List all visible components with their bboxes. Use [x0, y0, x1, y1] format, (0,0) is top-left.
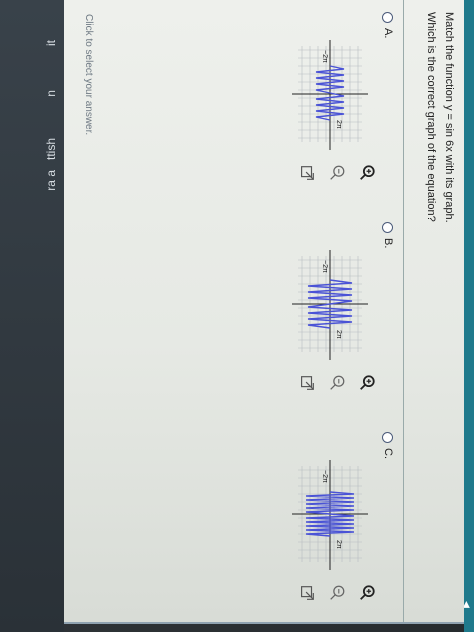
magnifier-minus-icon[interactable] [326, 372, 348, 394]
top-bar: ◀ [462, 0, 474, 632]
footer-hint: Click to select your answer. [83, 14, 94, 136]
radio-icon[interactable] [382, 432, 394, 443]
option-c-graph: 2π −2π [288, 456, 372, 574]
option-a-label[interactable]: A. [382, 12, 394, 38]
external-link-icon[interactable] [296, 372, 318, 394]
option-b-tools [258, 370, 378, 398]
option-c-text: C. [382, 448, 394, 459]
magnifier-minus-icon[interactable] [326, 162, 348, 184]
radio-icon[interactable] [382, 12, 394, 23]
option-a-graph: 2π −2π [288, 36, 372, 154]
question-prompt: Match the function y = sin 6x with its g… [443, 12, 455, 223]
question-subprompt: Which is the correct graph of the equati… [425, 12, 437, 222]
external-link-icon[interactable] [296, 162, 318, 184]
neg-tick-label: −2π [321, 50, 328, 63]
divider [403, 0, 404, 622]
x-tick-label: 2π [335, 540, 342, 549]
screen: ◀ Match the function y = sin 6x with its… [0, 0, 474, 632]
external-link-icon[interactable] [296, 582, 318, 604]
option-a-text: A. [382, 28, 394, 39]
sidebar-strip: ra a ttish n it [0, 0, 64, 632]
option-b[interactable]: B. 2π −2π [244, 222, 394, 402]
radio-icon[interactable] [382, 222, 394, 233]
magnifier-minus-icon[interactable] [326, 582, 348, 604]
option-b-graph: 2π −2π [288, 246, 372, 364]
option-b-label[interactable]: B. [382, 222, 394, 248]
graph-c-svg [292, 460, 368, 570]
option-a[interactable]: A. 2π −2π [244, 12, 394, 192]
sidebar-fragment: ra a [44, 170, 58, 191]
sidebar-fragment: ttish [44, 138, 58, 161]
option-c-tools [258, 580, 378, 608]
graph-a-svg [292, 40, 368, 150]
neg-tick-label: −2π [321, 470, 328, 483]
option-b-text: B. [382, 238, 394, 249]
x-tick-label: 2π [335, 330, 342, 339]
sidebar-fragment: n [44, 90, 58, 97]
graph-b-svg [292, 250, 368, 360]
magnifier-plus-icon[interactable] [356, 162, 378, 184]
question-block: Match the function y = sin 6x with its g… [403, 0, 458, 622]
magnifier-plus-icon[interactable] [356, 372, 378, 394]
option-c[interactable]: C. 2π −2π [244, 432, 394, 612]
neg-tick-label: −2π [321, 260, 328, 273]
x-tick-label: 2π [335, 120, 342, 129]
option-a-tools [258, 160, 378, 188]
sidebar-fragment: it [44, 40, 58, 46]
option-c-label[interactable]: C. [382, 432, 394, 459]
question-panel: Match the function y = sin 6x with its g… [64, 0, 464, 624]
magnifier-plus-icon[interactable] [356, 582, 378, 604]
